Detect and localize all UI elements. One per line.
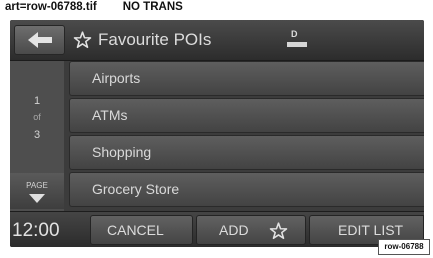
- current-page: 1: [33, 95, 41, 107]
- list-item-label: Airports: [92, 70, 141, 86]
- trans-label: NO TRANS: [122, 1, 183, 13]
- list-item-label: Grocery Store: [92, 181, 180, 197]
- clock: 12:00: [12, 220, 60, 241]
- list-item[interactable]: Airports: [69, 61, 424, 96]
- nav-screen: Favourite POIs D 1 of 3 PAGE Airports AT…: [10, 20, 424, 247]
- edit-list-label: EDIT LIST: [338, 222, 404, 238]
- mode-letter: D: [291, 29, 298, 39]
- add-label: ADD: [219, 222, 249, 238]
- star-outline-icon: [269, 222, 288, 240]
- star-outline-icon: [73, 31, 92, 49]
- page-title: Favourite POIs: [98, 30, 212, 49]
- list-item[interactable]: Shopping: [69, 135, 424, 170]
- down-arrow-icon: [29, 194, 45, 203]
- total-pages: 3: [33, 129, 41, 141]
- page-label: PAGE: [26, 181, 48, 190]
- list-item-label: Shopping: [92, 144, 152, 160]
- list-item-label: ATMs: [92, 107, 128, 123]
- page-down-button[interactable]: PAGE: [10, 173, 64, 209]
- cancel-button[interactable]: CANCEL: [90, 215, 193, 245]
- page-of-label: of: [33, 112, 41, 122]
- art-id-label: row-06788: [378, 239, 430, 255]
- add-favourite-button[interactable]: ADD: [196, 215, 306, 245]
- back-button[interactable]: [14, 25, 65, 55]
- file-label: art=row-06788.tif: [5, 1, 97, 13]
- page-indicator: 1 of 3 PAGE: [10, 61, 64, 211]
- left-arrow-icon: [28, 32, 52, 48]
- title-bar: Favourite POIs D: [10, 20, 424, 61]
- list-item[interactable]: ATMs: [69, 98, 424, 133]
- bottom-bar: 12:00 CANCEL ADD EDIT LIST: [10, 211, 424, 247]
- cancel-label: CANCEL: [107, 222, 164, 238]
- list-item[interactable]: Grocery Store: [69, 172, 424, 207]
- document-header-label: art=row-06788.tif NO TRANS: [5, 1, 183, 13]
